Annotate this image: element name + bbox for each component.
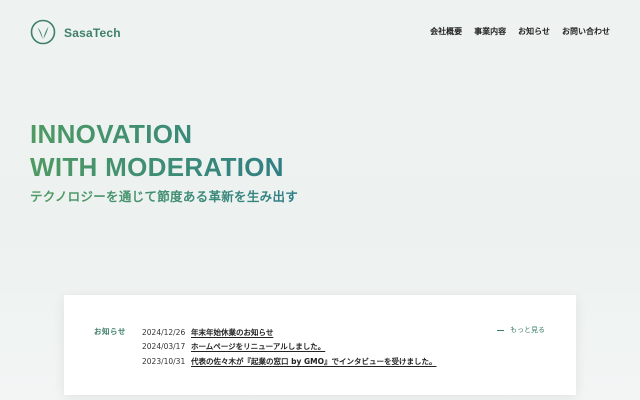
hero-title-line-2: WITH MODERATION [30, 151, 298, 184]
news-list: 2024/12/26 年末年始休業のお知らせ 2024/03/17 ホームページ… [142, 325, 436, 369]
nav-item-company[interactable]: 会社概要 [430, 26, 462, 37]
logo-text: SasaTech [64, 25, 121, 40]
hero-title-line-1: INNOVATION [30, 118, 298, 151]
news-date: 2023/10/31 [142, 356, 186, 366]
hero-section: INNOVATION WITH MODERATION テクノロジーを通じて節度あ… [30, 118, 298, 205]
news-card: お知らせ 2024/12/26 年末年始休業のお知らせ 2024/03/17 ホ… [64, 295, 576, 395]
dash-icon [497, 329, 504, 331]
news-date: 2024/03/17 [142, 342, 186, 352]
nav-item-contact[interactable]: お問い合わせ [562, 26, 610, 37]
logo-link[interactable]: SasaTech [30, 19, 121, 45]
hero-subtitle: テクノロジーを通じて節度ある革新を生み出す [30, 186, 298, 205]
nav-item-business[interactable]: 事業内容 [474, 26, 506, 37]
leaf-circle-icon [30, 19, 56, 45]
news-title-link[interactable]: 年末年始休業のお知らせ [191, 327, 273, 338]
news-item: 2024/12/26 年末年始休業のお知らせ [142, 325, 436, 340]
news-item: 2024/03/17 ホームページをリニューアルしました。 [142, 340, 436, 355]
more-news-label: もっと見る [510, 326, 545, 334]
news-title-link[interactable]: ホームページをリニューアルしました。 [191, 341, 325, 352]
nav-item-news[interactable]: お知らせ [518, 26, 550, 37]
main-nav: 会社概要 事業内容 お知らせ お問い合わせ [430, 26, 610, 37]
news-heading: お知らせ [94, 327, 126, 336]
news-date: 2024/12/26 [142, 327, 186, 337]
news-title-link[interactable]: 代表の佐々木が『起業の窓口 by GMO』でインタビューを受けました。 [191, 356, 436, 367]
news-item: 2023/10/31 代表の佐々木が『起業の窓口 by GMO』でインタビューを… [142, 354, 436, 369]
more-news-link[interactable]: もっと見る [497, 325, 545, 335]
